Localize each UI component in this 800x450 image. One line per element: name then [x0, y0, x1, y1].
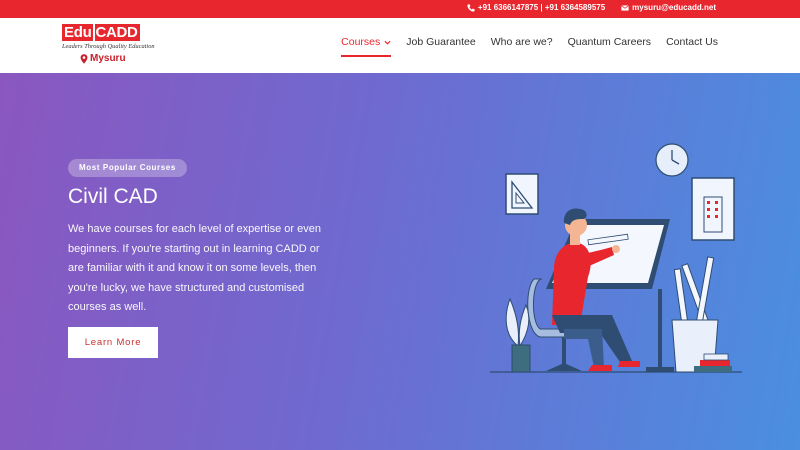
pin-icon [80, 53, 88, 64]
site-header: Edu CADD Leaders Through Quality Educati… [0, 18, 800, 73]
logo-tagline: Leaders Through Quality Education [62, 43, 155, 50]
hero-title: Civil CAD [68, 185, 158, 208]
hero-badge: Most Popular Courses [68, 159, 187, 177]
wall-frame-triangle-icon [505, 173, 539, 215]
nav-item-job-guarantee[interactable]: Job Guarantee [406, 36, 475, 48]
plant-icon [505, 297, 531, 373]
mail-icon [621, 4, 629, 12]
learn-more-button[interactable]: Learn More [68, 327, 158, 358]
chevron-down-icon [384, 39, 391, 46]
phone-numbers-link[interactable]: +91 6366147875 | +91 6364589575 [478, 3, 605, 12]
logo-edu-text: Edu [62, 24, 94, 41]
nav-item-courses[interactable]: Courses [341, 36, 392, 57]
wall-frame-building-icon [691, 177, 735, 241]
clock-icon [655, 143, 689, 177]
nav-item-quantum-careers[interactable]: Quantum Careers [568, 36, 651, 48]
top-contact-bar: +91 6366147875 | +91 6364589575 mysuru@e… [0, 0, 800, 18]
logo-city: Mysuru [80, 53, 126, 64]
nav-item-contact-us[interactable]: Contact Us [666, 36, 718, 48]
city-name: Mysuru [90, 53, 126, 64]
hero-description: We have courses for each level of expert… [68, 223, 321, 313]
nav-label-courses: Courses [341, 36, 381, 48]
main-nav: Courses Job Guarantee Who are we? Quantu… [341, 36, 718, 57]
contact-info: +91 6366147875 | +91 6364589575 mysuru@e… [467, 3, 716, 12]
logo-cadd-text: CADD [93, 24, 140, 41]
phone-icon [467, 3, 475, 12]
educadd-logo[interactable]: Edu CADD Leaders Through Quality Educati… [62, 24, 155, 68]
logo-mark: Edu CADD [62, 24, 140, 41]
hero-section: Most Popular Courses Civil CAD We have c… [0, 73, 800, 450]
designer-at-drafting-table-illustration [490, 143, 742, 373]
nav-item-who-are-we[interactable]: Who are we? [491, 36, 553, 48]
email-link[interactable]: mysuru@educadd.net [632, 3, 716, 12]
